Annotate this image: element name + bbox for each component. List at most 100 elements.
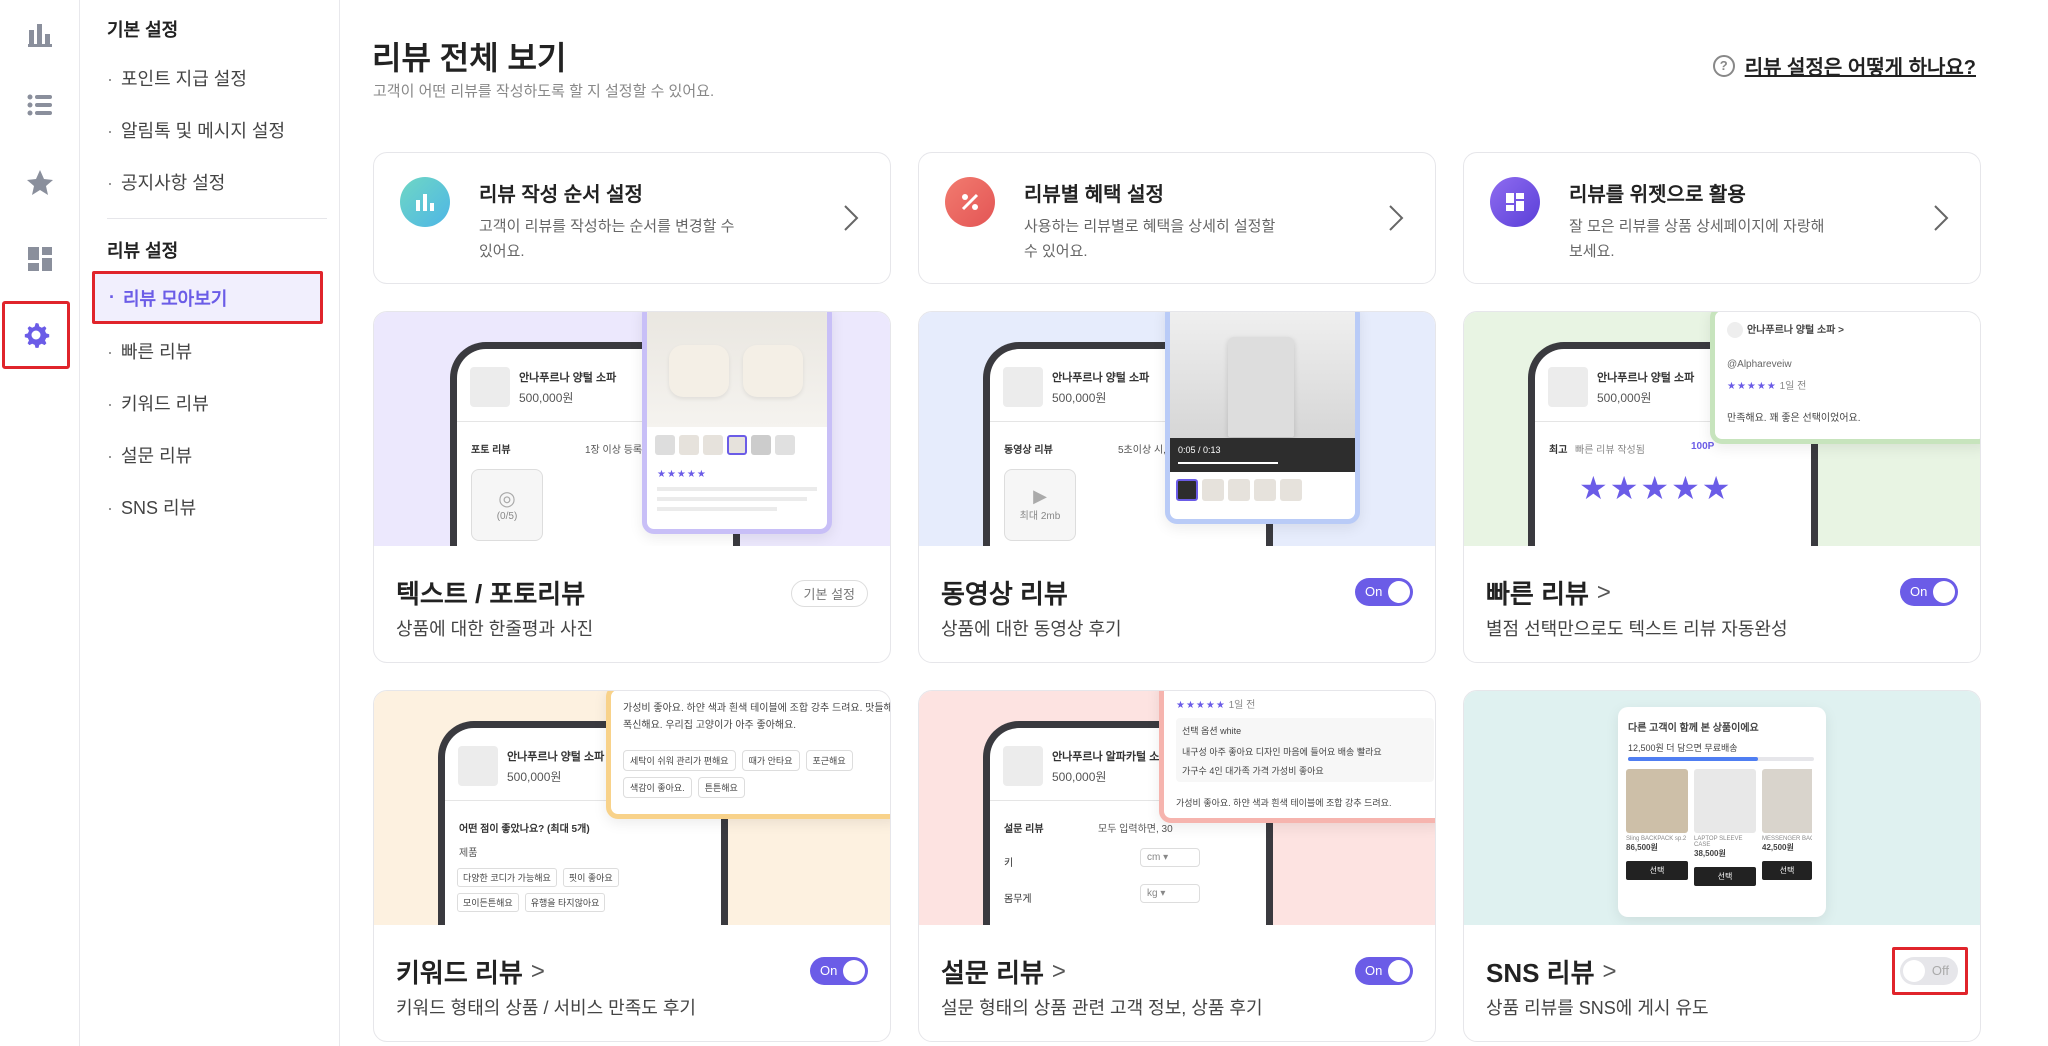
chair-photo xyxy=(647,312,827,427)
video-popup: 0:05 / 0:13 xyxy=(1165,312,1360,524)
review-card-title: 동영상 리뷰 xyxy=(941,579,1068,609)
product-image xyxy=(1762,769,1812,833)
rail-list[interactable] xyxy=(0,70,80,140)
feature-card-title: 리뷰 작성 순서 설정 xyxy=(479,184,643,206)
icon-rail xyxy=(0,0,80,1046)
product-image xyxy=(470,367,510,407)
feature-card-widget[interactable]: 리뷰를 위젯으로 활용 잘 모은 리뷰를 상품 상세페이지에 자랑해 보세요. xyxy=(1463,152,1981,284)
review-card-desc: 상품에 대한 동영상 후기 xyxy=(941,619,1122,639)
rail-dashboard[interactable] xyxy=(0,0,80,70)
list-icon xyxy=(27,94,52,116)
sns-product-list: Sling BACKPACK sp.2 86,500원 선택 LAPTOP SL… xyxy=(1626,769,1812,886)
product-image xyxy=(1003,367,1043,407)
subnav-item-survey-review[interactable]: · 설문 리뷰 xyxy=(107,442,192,468)
settings-subnav: 기본 설정 · 포인트 지급 설정 · 알림톡 및 메시지 설정 · 공지사항 설정 … xyxy=(80,0,340,1046)
group-title-review: 리뷰 설정 xyxy=(107,241,179,261)
chevron-right-icon: > xyxy=(1602,957,1617,985)
review-card-title[interactable]: SNS 리뷰 > xyxy=(1486,953,1617,990)
subnav-item-review-overview[interactable]: · 리뷰 모아보기 xyxy=(92,271,323,324)
survey-review-preview: 안나푸르나 알파카털 소파 500,000원 설문 리뷰 모두 입력하면, 30… xyxy=(919,691,1435,925)
subnav-item-notice[interactable]: · 공지사항 설정 xyxy=(107,169,225,195)
review-card-desc: 상품 리뷰를 SNS에 게시 유도 xyxy=(1486,998,1709,1018)
weight-select: kg ▾ xyxy=(1140,884,1200,903)
photo-popup: ★★★★★ xyxy=(642,312,832,534)
feature-card-desc: 고객이 리뷰를 작성하는 순서를 변경할 수 있어요. xyxy=(479,218,735,260)
group-title-basic: 기본 설정 xyxy=(107,20,179,40)
rating-stars: ★★★★★ xyxy=(1579,470,1733,506)
photo-thumbnails xyxy=(655,435,795,455)
review-card-video: 안나푸르나 양털 소파 500,000원 동영상 리뷰 5초이상 시, 3 ▶ … xyxy=(918,311,1436,663)
video-frame: 0:05 / 0:13 xyxy=(1170,312,1355,472)
review-card-title[interactable]: 빠른 리뷰 > xyxy=(1486,574,1611,611)
height-select: cm ▾ xyxy=(1140,848,1200,867)
sns-review-preview: 다른 고객이 함께 본 상품이에요 12,500원 더 담으면 무료배송 Sli… xyxy=(1464,691,1980,925)
chevron-right-icon: > xyxy=(1051,957,1066,985)
rail-settings[interactable] xyxy=(2,301,70,369)
quick-review-toggle[interactable]: On xyxy=(1900,578,1958,606)
subnav-item-points[interactable]: · 포인트 지급 설정 xyxy=(107,65,247,91)
video-review-preview: 안나푸르나 양털 소파 500,000원 동영상 리뷰 5초이상 시, 3 ▶ … xyxy=(919,312,1435,546)
subnav-item-keyword-review[interactable]: · 키워드 리뷰 xyxy=(107,390,209,416)
bar-chart-icon xyxy=(400,177,450,227)
video-thumbnails xyxy=(1176,479,1302,501)
rail-widgets[interactable] xyxy=(0,224,80,294)
divider xyxy=(107,218,327,219)
keyword-options: 다양한 코디가 가능해요 핏이 좋아요 모이든튼해요 유행을 타지않아요 xyxy=(457,868,657,912)
rating-stars: ★★★★★ xyxy=(1727,381,1777,392)
rail-reviews[interactable] xyxy=(0,148,80,218)
rating-stars: ★★★★★ xyxy=(1176,700,1226,711)
review-card-survey: 안나푸르나 알파카털 소파 500,000원 설문 리뷰 모두 입력하면, 30… xyxy=(918,690,1436,1042)
page-subtitle: 고객이 어떤 리뷰를 작성하도록 할 지 설정할 수 있어요. xyxy=(373,83,715,100)
review-card-sns: 다른 고객이 함께 본 상품이에요 12,500원 더 담으면 무료배송 Sli… xyxy=(1463,690,1981,1042)
help-link[interactable]: ? 리뷰 설정은 어떻게 하나요? xyxy=(1712,51,1976,80)
product-image xyxy=(1694,769,1756,833)
review-card-quick: 안나푸르나 양털 소파 500,000원 최고 빠른 리뷰 작성됨 100P ★… xyxy=(1463,311,1981,663)
survey-review-toggle[interactable]: On xyxy=(1355,957,1413,985)
review-card-desc: 설문 형태의 상품 관련 고객 정보, 상품 후기 xyxy=(941,998,1263,1018)
quick-review-preview: 안나푸르나 양털 소파 500,000원 최고 빠른 리뷰 작성됨 100P ★… xyxy=(1464,312,1980,546)
feature-card-review-order[interactable]: 리뷰 작성 순서 설정 고객이 리뷰를 작성하는 순서를 변경할 수 있어요. xyxy=(373,152,891,284)
widget-icon xyxy=(1490,177,1540,227)
bar-chart-icon xyxy=(28,24,52,47)
photo-review-preview: 안나푸르나 양털 소파 500,000원 포토 리뷰 1장 이상 등록 시, 3… xyxy=(374,312,890,546)
page-title: 리뷰 전체 보기 xyxy=(372,40,567,76)
keyword-popup: 가성비 좋아요. 하얀 색과 흰색 테이블에 조합 강추 드려요. 맛들해 폭신… xyxy=(606,691,890,819)
feature-card-title: 리뷰별 혜택 설정 xyxy=(1024,184,1164,206)
photo-upload-box: ◎ (0/5) xyxy=(471,469,543,541)
question-icon: ? xyxy=(1712,54,1735,77)
survey-summary: 선택 옵션 white 내구성 아주 좋아요 디자인 마음에 들어요 배송 빨라… xyxy=(1176,718,1434,782)
avatar xyxy=(1727,322,1743,339)
default-setting-badge: 기본 설정 xyxy=(790,580,868,607)
star-icon xyxy=(27,170,53,195)
review-card-title: 텍스트 / 포토리뷰 xyxy=(396,579,586,609)
review-card-desc: 별점 선택만으로도 텍스트 리뷰 자동완성 xyxy=(1486,619,1788,639)
widget-icon xyxy=(28,247,52,271)
keyword-review-toggle[interactable]: On xyxy=(810,957,868,985)
review-card-photo: 안나푸르나 양털 소파 500,000원 포토 리뷰 1장 이상 등록 시, 3… xyxy=(373,311,891,663)
video-review-toggle[interactable]: On xyxy=(1355,578,1413,606)
feature-card-desc: 잘 모은 리뷰를 상품 상세페이지에 자랑해 보세요. xyxy=(1569,218,1825,260)
review-card-keyword: 안나푸르나 양털 소파 500,000원 어떤 점이 좋았나요? (최대 5개)… xyxy=(373,690,891,1042)
review-card-desc: 상품에 대한 한줄평과 사진 xyxy=(396,619,594,639)
keyword-review-preview: 안나푸르나 양털 소파 500,000원 어떤 점이 좋았나요? (최대 5개)… xyxy=(374,691,890,925)
play-icon: ▶ xyxy=(1033,486,1047,506)
feature-card-desc: 사용하는 리뷰별로 혜택을 상세히 설정할 수 있어요. xyxy=(1024,218,1276,260)
product-image xyxy=(1548,367,1588,407)
subnav-item-sns-review[interactable]: · SNS 리뷰 xyxy=(107,494,196,520)
product-image xyxy=(458,746,498,786)
review-card-desc: 키워드 형태의 상품 / 서비스 만족도 후기 xyxy=(396,998,696,1018)
feature-card-title: 리뷰를 위젯으로 활용 xyxy=(1569,184,1746,206)
rating-stars: ★★★★★ xyxy=(657,469,707,480)
chevron-right-icon xyxy=(844,205,859,231)
video-upload-box: ▶ 최대 2mb xyxy=(1004,469,1076,541)
review-card-title[interactable]: 키워드 리뷰 > xyxy=(396,953,545,990)
subnav-item-quick-review[interactable]: · 빠른 리뷰 xyxy=(107,338,192,364)
gear-icon xyxy=(24,323,50,348)
camera-icon: ◎ xyxy=(498,488,516,510)
survey-popup: ★★★★★ 1일 전 선택 옵션 white 내구성 아주 좋아요 디자인 마음… xyxy=(1159,691,1435,823)
feature-card-review-benefit[interactable]: 리뷰별 혜택 설정 사용하는 리뷰별로 혜택을 상세히 설정할 수 있어요. xyxy=(918,152,1436,284)
subnav-item-alimtalk[interactable]: · 알림톡 및 메시지 설정 xyxy=(107,117,285,143)
review-card-title[interactable]: 설문 리뷰 > xyxy=(941,953,1066,990)
sns-review-toggle[interactable]: Off xyxy=(1900,957,1958,985)
chevron-right-icon xyxy=(1934,205,1949,231)
